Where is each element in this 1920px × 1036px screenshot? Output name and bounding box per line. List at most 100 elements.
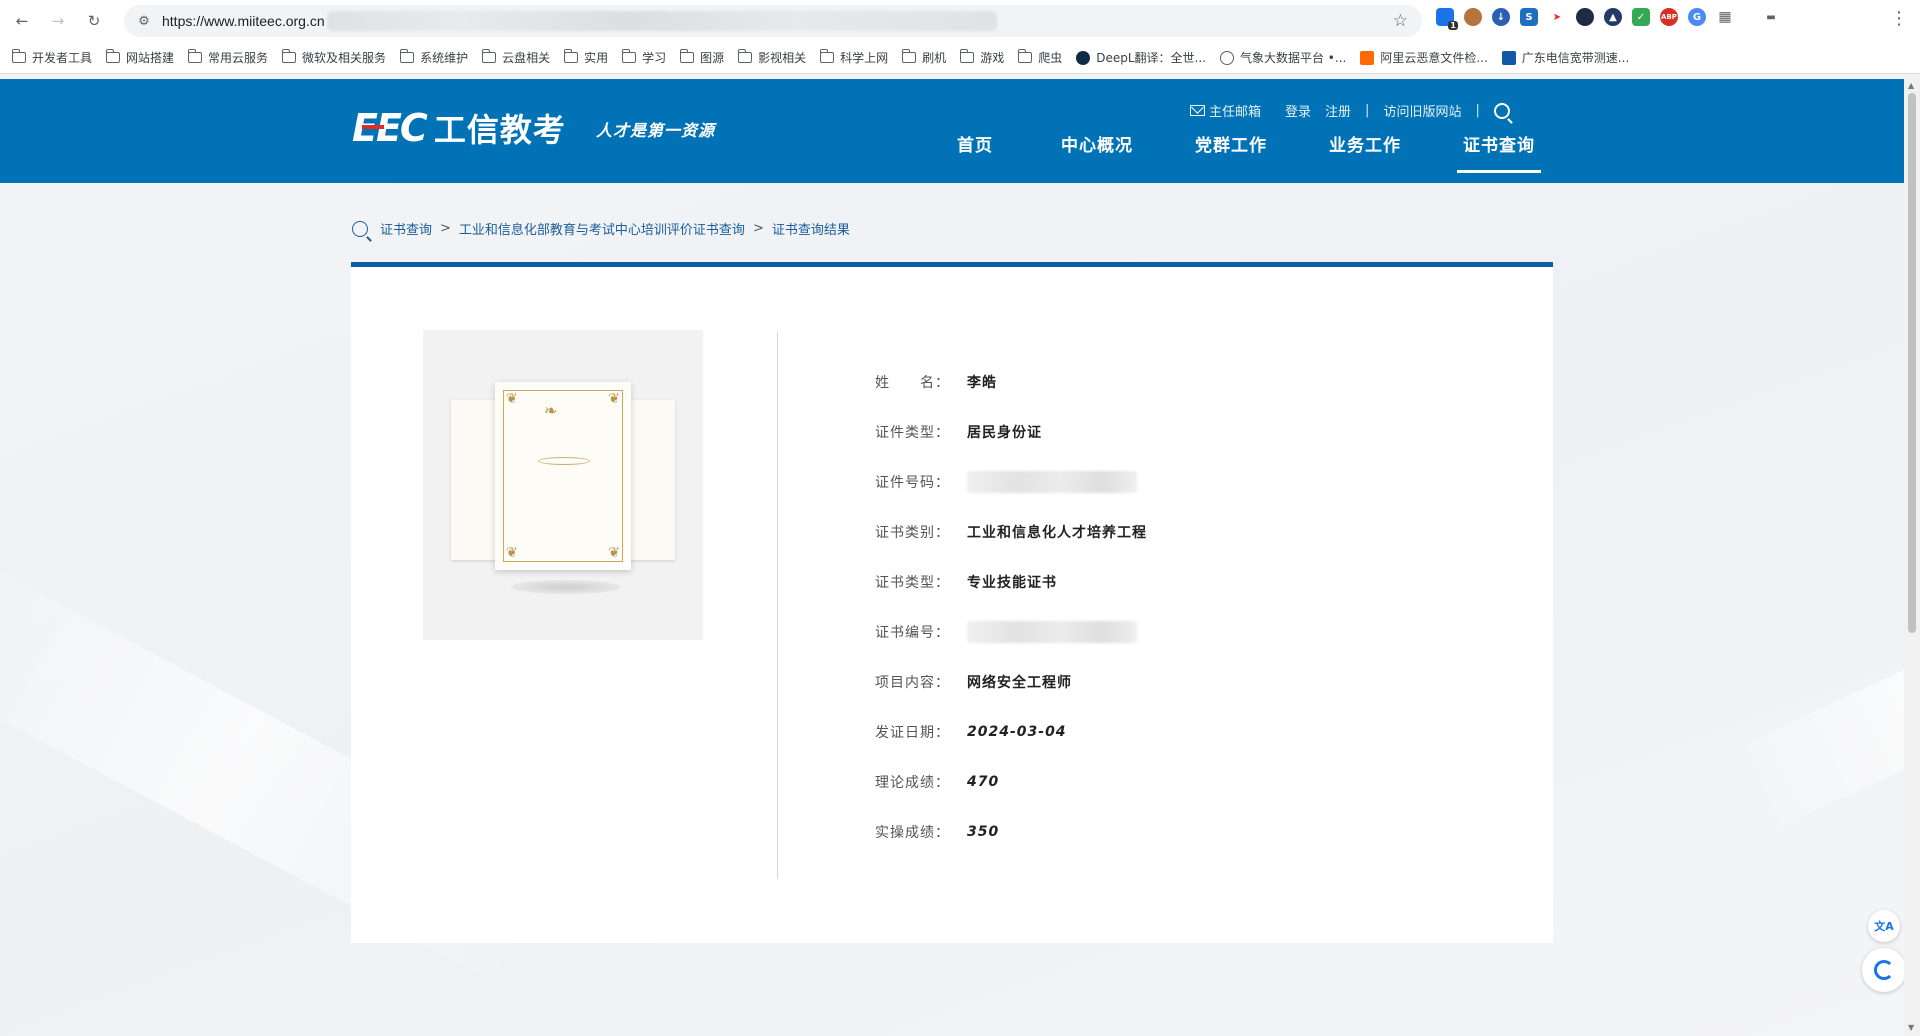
logo-red-bar (362, 125, 384, 129)
divider: | (1365, 103, 1370, 118)
field-label: 证书类别： (875, 525, 950, 541)
field-label: 姓 名： (875, 375, 950, 391)
scroll-up-icon[interactable]: ▲ (1908, 81, 1914, 90)
bookmark-folder[interactable]: 刷机 (902, 49, 946, 66)
address-bar[interactable]: ⚙ https://www.miiteec.org.cn ☆ (124, 5, 1422, 37)
folder-icon (960, 49, 975, 63)
translate-icon: 文A (1874, 920, 1894, 933)
folder-icon (622, 49, 637, 63)
nav-center-overview[interactable]: 中心概况 (1030, 131, 1164, 173)
field-value: 470 (967, 774, 1000, 790)
shield-extension-icon[interactable]: ✓ (1632, 8, 1650, 26)
forward-icon[interactable]: → (44, 7, 72, 35)
page-scrollbar[interactable]: ▲ ▼ (1904, 79, 1920, 1036)
bookmark-folder[interactable]: 微软及相关服务 (282, 49, 386, 66)
bookmark-label: 图源 (700, 51, 725, 65)
mail-icon (1190, 105, 1205, 116)
bookmark-link[interactable]: 气象大数据平台 •... (1219, 49, 1346, 66)
s-extension-icon[interactable]: S (1520, 8, 1538, 26)
bookmark-folder[interactable]: 常用云服务 (188, 49, 268, 66)
url-text[interactable]: https://www.miiteec.org.cn (162, 13, 325, 29)
bookmark-folder[interactable]: 网站搭建 (106, 49, 174, 66)
breadcrumb-item[interactable]: 工业和信息化部教育与考试中心培训评价证书查询 (459, 219, 745, 238)
translate-float-button[interactable]: 文A (1868, 910, 1900, 942)
puzzle-extensions-icon[interactable]: ▦ (1716, 8, 1734, 26)
bookmark-label: 广东电信宽带测速... (1521, 51, 1630, 65)
bookmark-folder[interactable]: 科学上网 (820, 49, 888, 66)
bookmark-label: 网站搭建 (126, 51, 175, 65)
download-extension-icon[interactable]: ↓ (1492, 8, 1510, 26)
bookmark-link[interactable]: 阿里云恶意文件检... (1360, 49, 1488, 66)
url-redacted (326, 11, 997, 31)
bookmark-folder[interactable]: 学习 (622, 49, 666, 66)
browser-menu-icon[interactable]: ⋮ (1890, 8, 1908, 29)
assistant-float-button[interactable] (1862, 948, 1906, 992)
scroll-down-icon[interactable]: ▼ (1908, 1023, 1914, 1032)
bookmark-label: 系统维护 (420, 51, 469, 65)
field-value: 工业和信息化人才培养工程 (967, 525, 1147, 541)
bookmark-label: 云盘相关 (502, 51, 551, 65)
bookmark-link[interactable]: DeepL翻译：全世... (1076, 49, 1206, 66)
field-value: 居民身份证 (967, 425, 1042, 441)
field-value: 李皓 (967, 375, 997, 391)
site-info-icon[interactable]: ⚙ (134, 11, 154, 31)
bookmark-folder[interactable]: 云盘相关 (482, 49, 550, 66)
nav-business-work[interactable]: 业务工作 (1298, 131, 1432, 173)
nav-certificate-query[interactable]: 证书查询 (1457, 131, 1541, 173)
folder-icon (680, 49, 695, 63)
bookmark-folder[interactable]: 爬虫 (1018, 49, 1062, 66)
bookmark-folder[interactable]: 影视相关 (738, 49, 806, 66)
telecom-icon (1501, 50, 1516, 65)
profile-icon[interactable]: ▬ (1758, 8, 1784, 26)
scroll-thumb[interactable] (1908, 93, 1916, 633)
globe-icon (1219, 50, 1234, 65)
aliyun-icon (1360, 50, 1375, 65)
field-value: 350 (967, 824, 1000, 840)
bookmark-label: 实用 (584, 51, 609, 65)
mail-link[interactable]: 主任邮箱 (1190, 101, 1261, 120)
redacted-value (967, 471, 1137, 493)
bookmark-link[interactable]: 广东电信宽带测速... (1501, 49, 1630, 66)
certificate-front-page: ❦ ❦ ❧ ❦ ❦ (495, 382, 631, 570)
logo-text: 工信教考 (433, 111, 566, 149)
vertical-divider (777, 332, 778, 879)
site-logo[interactable]: EEC 工信教考 (352, 105, 566, 151)
browser-toolbar: ← → ↻ ⚙ https://www.miiteec.org.cn ☆ 1 ↓… (0, 0, 1920, 42)
background-decoration (1704, 551, 1920, 845)
folder-icon (106, 49, 121, 63)
bookmark-folder[interactable]: 开发者工具 (12, 49, 92, 66)
bookmark-folder[interactable]: 游戏 (960, 49, 1004, 66)
bookmark-label: 科学上网 (840, 51, 889, 65)
hex-extension-icon[interactable] (1576, 8, 1594, 26)
cookie-extension-icon[interactable] (1464, 8, 1482, 26)
nav-home[interactable]: 首页 (920, 131, 1030, 173)
register-link[interactable]: 注册 (1325, 101, 1351, 120)
triangle-extension-icon[interactable]: ▲ (1604, 8, 1622, 26)
field-label: 项目内容： (875, 675, 950, 691)
breadcrumb: 证书查询 > 工业和信息化部教育与考试中心培训评价证书查询 > 证书查询结果 (352, 219, 850, 238)
certificate-border: ❦ ❦ ❧ ❦ ❦ (503, 390, 623, 562)
extension-badge-count: 1 (1448, 21, 1458, 30)
field-row-id-number: 证件号码： (875, 457, 1147, 507)
nav-party-work[interactable]: 党群工作 (1164, 131, 1298, 173)
bookmark-label: 学习 (642, 51, 667, 65)
slogan: 人才是第一资源 (596, 121, 716, 140)
search-icon[interactable] (1493, 102, 1510, 119)
bookmark-label: 开发者工具 (32, 51, 93, 65)
bookmark-label: DeepL翻译：全世... (1096, 51, 1206, 65)
adblock-extension-icon[interactable]: ABP (1660, 8, 1678, 26)
old-site-link[interactable]: 访问旧版网站 (1383, 101, 1461, 120)
bookmark-star-icon[interactable]: ☆ (1393, 11, 1408, 31)
reload-icon[interactable]: ↻ (80, 7, 108, 35)
bookmark-folder[interactable]: 图源 (680, 49, 724, 66)
translate-extension-icon[interactable]: G (1688, 8, 1706, 26)
bookmark-folder[interactable]: 实用 (564, 49, 608, 66)
login-link[interactable]: 登录 (1285, 101, 1311, 120)
folder-icon (482, 49, 497, 63)
ornament-icon: ❦ (608, 545, 620, 561)
pen-extension-icon[interactable]: ➤ (1548, 8, 1566, 26)
bookmark-folder[interactable]: 系统维护 (400, 49, 468, 66)
back-icon[interactable]: ← (8, 7, 36, 35)
breadcrumb-item[interactable]: 证书查询 (380, 219, 432, 238)
extension-badge-icon[interactable]: 1 (1436, 8, 1458, 30)
